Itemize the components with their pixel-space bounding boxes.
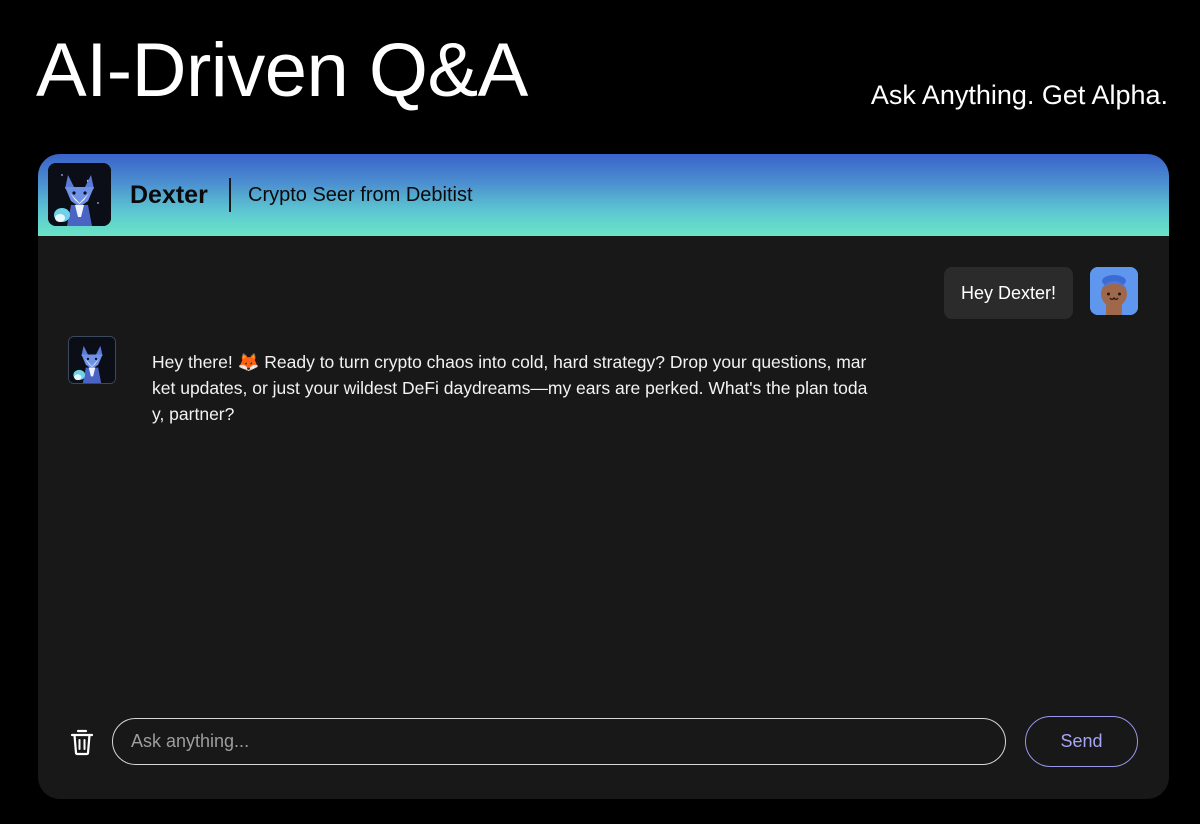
fox-avatar-icon bbox=[48, 163, 111, 226]
header-divider bbox=[229, 178, 231, 212]
page-tagline: Ask Anything. Get Alpha. bbox=[870, 80, 1168, 110]
chat-input[interactable] bbox=[112, 718, 1006, 765]
trash-icon[interactable] bbox=[69, 728, 95, 756]
user-avatar-icon bbox=[1090, 267, 1138, 315]
fox-avatar-icon bbox=[68, 336, 116, 384]
page-title: AI-Driven Q&A bbox=[36, 28, 528, 113]
bot-message-text: Hey there! 🦊 Ready to turn crypto chaos … bbox=[152, 352, 868, 424]
bot-name: Dexter bbox=[130, 181, 208, 209]
user-message-bubble: Hey Dexter! bbox=[943, 267, 1073, 319]
chat-panel: Dexter Crypto Seer from Debitist Hey Dex… bbox=[38, 154, 1169, 799]
page: AI-Driven Q&A Ask Anything. Get Alpha. D… bbox=[0, 0, 1200, 824]
chat-header: Dexter Crypto Seer from Debitist bbox=[38, 154, 1169, 236]
bot-subtitle: Crypto Seer from Debitist bbox=[248, 184, 473, 206]
send-button[interactable]: Send bbox=[1025, 716, 1138, 767]
